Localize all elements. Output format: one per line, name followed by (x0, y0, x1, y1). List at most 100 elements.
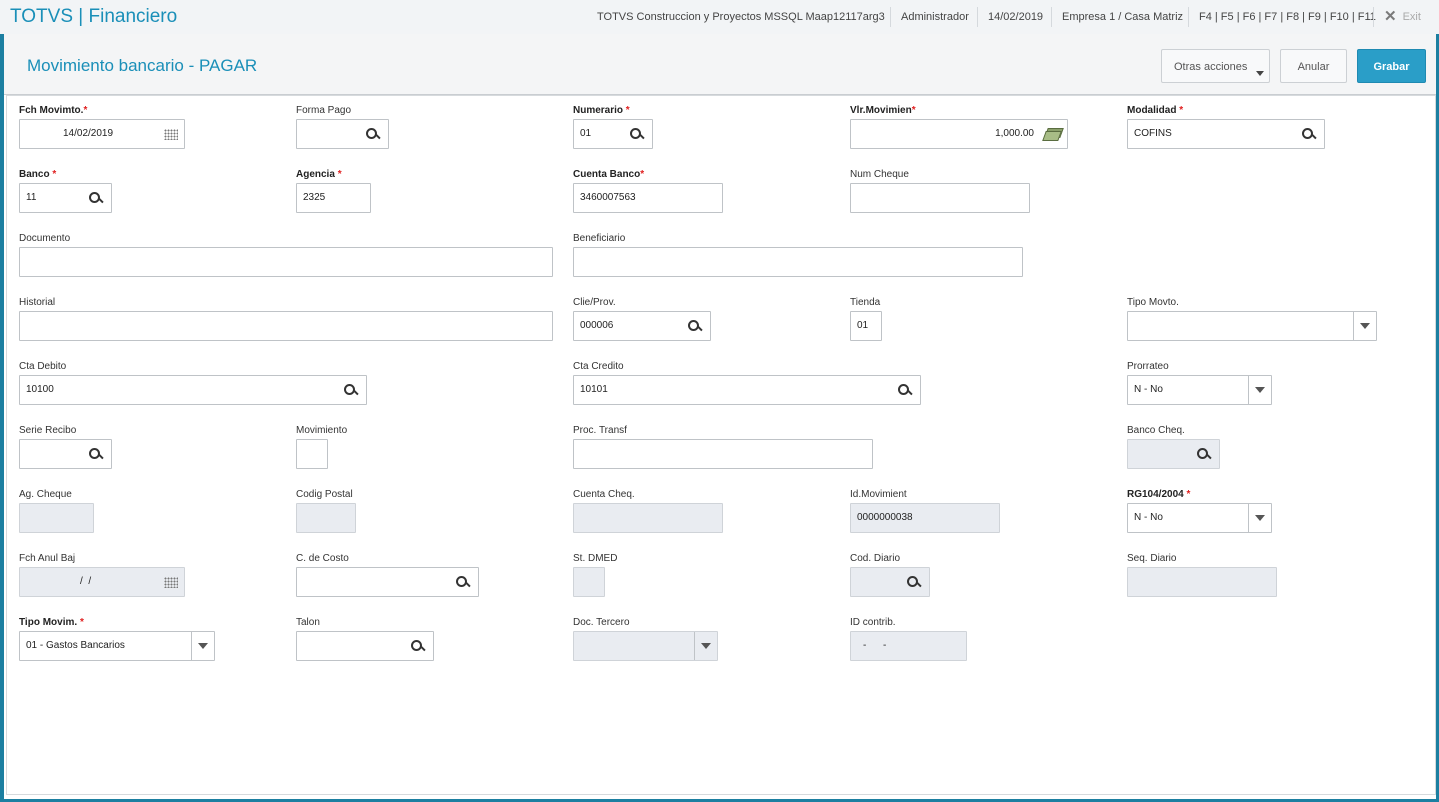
numerario-label: Numerario * (573, 105, 630, 116)
movimiento-field[interactable] (296, 439, 328, 469)
rg104-label: RG104/2004 * (1127, 489, 1191, 500)
id-contrib-field: - - (850, 631, 967, 661)
tipo-movto-select[interactable] (1127, 311, 1377, 341)
modalidad-field[interactable]: COFINS (1127, 119, 1325, 149)
ag-cheque-field (19, 503, 94, 533)
cuenta-banco-label: Cuenta Banco* (573, 169, 645, 180)
cuenta-banco-field[interactable]: 3460007563 (573, 183, 723, 213)
money-icon[interactable] (1042, 128, 1064, 141)
environment-info: TOTVS Construccion y Proyectos MSSQL Maa… (597, 11, 885, 23)
cuenta-cheq-label: Cuenta Cheq. (573, 489, 635, 500)
chevron-down-icon[interactable] (1248, 504, 1271, 532)
forma-pago-label: Forma Pago (296, 105, 352, 116)
banco-label: Banco * (19, 169, 57, 180)
company-info: Empresa 1 / Casa Matriz (1062, 11, 1184, 23)
chevron-down-icon[interactable] (191, 632, 214, 660)
num-cheque-label: Num Cheque (850, 169, 909, 180)
cta-debito-field[interactable]: 10100 (19, 375, 367, 405)
documento-field[interactable] (19, 247, 553, 277)
codig-postal-label: Codig Postal (296, 489, 353, 500)
top-bar: TOTVS | Financiero TOTVS Construccion y … (0, 0, 1439, 35)
cancel-button[interactable]: Anular (1280, 49, 1347, 83)
prorrateo-select[interactable]: N - No (1127, 375, 1272, 405)
banco-cheq-label: Banco Cheq. (1127, 425, 1185, 436)
forma-pago-field[interactable] (296, 119, 389, 149)
fch-anul-baj-field: / / (19, 567, 185, 597)
documento-label: Documento (19, 233, 71, 244)
prorrateo-label: Prorrateo (1127, 361, 1169, 372)
page-title: Movimiento bancario - PAGAR (27, 56, 258, 75)
search-icon[interactable] (344, 384, 359, 398)
save-button[interactable]: Grabar (1357, 49, 1426, 83)
search-icon[interactable] (366, 128, 381, 142)
search-icon[interactable] (89, 192, 104, 206)
exit-button[interactable]: ✕ Exit (1384, 0, 1421, 34)
user-name: Administrador (901, 11, 969, 23)
search-icon[interactable] (411, 640, 426, 654)
talon-label: Talon (296, 617, 320, 628)
chevron-down-icon[interactable] (1353, 312, 1376, 340)
caret-down-icon (1256, 71, 1264, 76)
tipo-movim-label: Tipo Movim. * (19, 617, 84, 628)
banco-field[interactable]: 11 (19, 183, 112, 213)
doc-tercero-select (573, 631, 718, 661)
chevron-down-icon[interactable] (1248, 376, 1271, 404)
fch-anul-baj-label: Fch Anul Baj (19, 553, 76, 564)
agencia-label: Agencia * (296, 169, 342, 180)
c-de-costo-label: C. de Costo (296, 553, 349, 564)
agencia-field[interactable]: 2325 (296, 183, 371, 213)
search-icon (907, 576, 922, 590)
clie-prov-field[interactable]: 000006 (573, 311, 711, 341)
seq-diario-label: Seq. Diario (1127, 553, 1177, 564)
chevron-down-icon (694, 632, 717, 660)
calendar-icon (164, 577, 178, 588)
num-cheque-field[interactable] (850, 183, 1030, 213)
tipo-movto-label: Tipo Movto. (1127, 297, 1179, 308)
search-icon[interactable] (456, 576, 471, 590)
banco-cheq-field (1127, 439, 1220, 469)
st-dmed-field (573, 567, 605, 597)
beneficiario-label: Beneficiario (573, 233, 626, 244)
cta-credito-field[interactable]: 10101 (573, 375, 921, 405)
proc-transf-field[interactable] (573, 439, 873, 469)
tienda-label: Tienda (850, 297, 881, 308)
id-contrib-label: ID contrib. (850, 617, 896, 628)
cod-diario-label: Cod. Diario (850, 553, 901, 564)
page-header: Movimiento bancario - PAGAR Otras accion… (4, 34, 1436, 95)
vlr-movimien-label: Vlr.Movimien* (850, 105, 916, 116)
st-dmed-label: St. DMED (573, 553, 618, 564)
tienda-field[interactable]: 01 (850, 311, 882, 341)
close-icon: ✕ (1384, 8, 1397, 25)
seq-diario-field (1127, 567, 1277, 597)
rg104-select[interactable]: N - No (1127, 503, 1272, 533)
calendar-icon[interactable] (164, 129, 178, 140)
search-icon[interactable] (89, 448, 104, 462)
tipo-movim-select[interactable]: 01 - Gastos Bancarios (19, 631, 215, 661)
c-de-costo-field[interactable] (296, 567, 479, 597)
more-actions-button[interactable]: Otras acciones (1161, 49, 1270, 83)
app-title: TOTVS | Financiero (10, 6, 178, 27)
vlr-movimien-field[interactable]: 1,000.00 (850, 119, 1068, 149)
search-icon[interactable] (630, 128, 645, 142)
exit-label: Exit (1402, 11, 1421, 23)
search-icon[interactable] (688, 320, 703, 334)
search-icon[interactable] (898, 384, 913, 398)
historial-label: Historial (19, 297, 56, 308)
divider (1051, 7, 1052, 27)
shortcut-keys: F4 | F5 | F6 | F7 | F8 | F9 | F10 | F11 (1199, 11, 1376, 23)
serie-recibo-field[interactable] (19, 439, 112, 469)
doc-tercero-label: Doc. Tercero (573, 617, 630, 628)
id-movimient-field: 0000000038 (850, 503, 1000, 533)
search-icon[interactable] (1302, 128, 1317, 142)
ag-cheque-label: Ag. Cheque (19, 489, 72, 500)
cta-credito-label: Cta Credito (573, 361, 624, 372)
divider (1188, 7, 1189, 27)
numerario-field[interactable]: 01 (573, 119, 653, 149)
window-frame-left (0, 34, 4, 802)
search-icon (1197, 448, 1212, 462)
fch-movimto-field[interactable]: 14/02/2019 (19, 119, 185, 149)
talon-field[interactable] (296, 631, 434, 661)
beneficiario-field[interactable] (573, 247, 1023, 277)
historial-field[interactable] (19, 311, 553, 341)
more-actions-label: Otras acciones (1174, 61, 1248, 73)
